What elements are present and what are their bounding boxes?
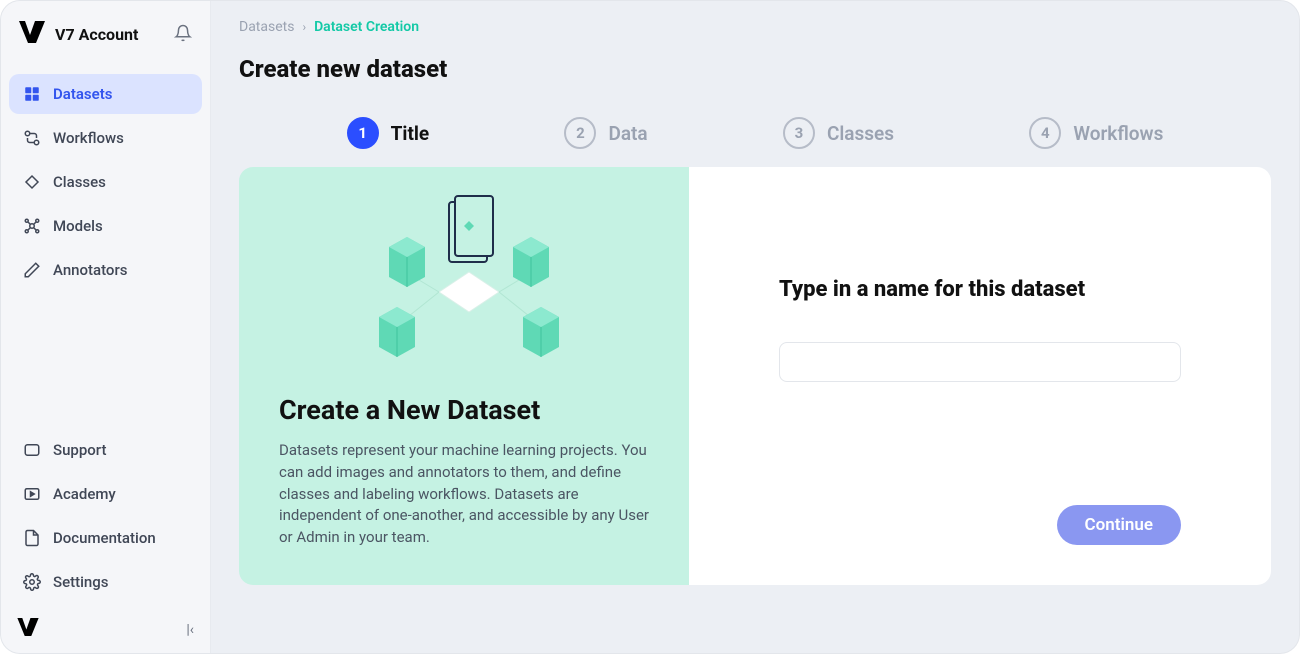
logo: [19, 21, 45, 48]
page-title: Create new dataset: [239, 55, 1271, 83]
step-number: 2: [564, 117, 596, 149]
content-panel: Create a New Dataset Datasets represent …: [239, 167, 1271, 585]
info-description: Datasets represent your machine learning…: [279, 440, 659, 549]
sidebar-item-label: Classes: [53, 173, 106, 191]
sidebar-item-label: Models: [53, 217, 103, 235]
sidebar-item-label: Datasets: [53, 85, 112, 103]
info-panel: Create a New Dataset Datasets represent …: [239, 167, 689, 585]
info-title: Create a New Dataset: [279, 394, 659, 426]
sidebar-item-support[interactable]: Support: [9, 430, 202, 470]
step-classes[interactable]: 3 Classes: [783, 117, 894, 149]
continue-button[interactable]: Continue: [1057, 505, 1182, 545]
step-number: 4: [1029, 117, 1061, 149]
main: Datasets › Dataset Creation Create new d…: [211, 1, 1299, 653]
breadcrumb-root[interactable]: Datasets: [239, 19, 294, 35]
account-name[interactable]: V7 Account: [55, 25, 138, 44]
wizard-steps: 1 Title 2 Data 3 Classes 4 Workflows: [239, 117, 1271, 149]
sidebar-item-label: Settings: [53, 573, 109, 591]
sidebar-footer: |‹: [1, 610, 210, 653]
sidebar-item-settings[interactable]: Settings: [9, 562, 202, 602]
models-icon: [23, 217, 41, 235]
notifications-icon[interactable]: [174, 24, 192, 46]
dataset-name-input[interactable]: [779, 342, 1181, 382]
support-icon: [23, 441, 41, 459]
settings-icon: [23, 573, 41, 591]
sidebar-item-academy[interactable]: Academy: [9, 474, 202, 514]
step-label: Classes: [827, 122, 894, 145]
step-number: 1: [347, 117, 379, 149]
sidebar-item-annotators[interactable]: Annotators: [9, 250, 202, 290]
chevron-right-icon: ›: [302, 20, 306, 34]
form-prompt: Type in a name for this dataset: [779, 277, 1181, 302]
logo-small: [17, 618, 39, 641]
annotators-icon: [23, 261, 41, 279]
sidebar-item-classes[interactable]: Classes: [9, 162, 202, 202]
dataset-illustration: [279, 189, 659, 384]
nav-primary: Datasets Workflows Classes Models: [1, 66, 210, 298]
sidebar-header: V7 Account: [1, 1, 210, 66]
sidebar-item-label: Support: [53, 441, 106, 459]
sidebar-item-models[interactable]: Models: [9, 206, 202, 246]
step-workflows[interactable]: 4 Workflows: [1029, 117, 1163, 149]
breadcrumb-current: Dataset Creation: [314, 19, 419, 35]
classes-icon: [23, 173, 41, 191]
sidebar: V7 Account Datasets Workflows: [1, 1, 211, 653]
step-label: Workflows: [1073, 122, 1163, 145]
sidebar-item-label: Annotators: [53, 261, 127, 279]
sidebar-item-label: Documentation: [53, 529, 156, 547]
breadcrumb: Datasets › Dataset Creation: [239, 19, 1271, 35]
datasets-icon: [23, 85, 41, 103]
academy-icon: [23, 485, 41, 503]
sidebar-item-label: Workflows: [53, 129, 124, 147]
step-label: Data: [608, 122, 647, 145]
step-number: 3: [783, 117, 815, 149]
documentation-icon: [23, 529, 41, 547]
form-panel: Type in a name for this dataset Continue: [689, 167, 1271, 585]
nav-secondary: Support Academy Documentation Settings: [1, 422, 210, 610]
sidebar-item-label: Academy: [53, 485, 116, 503]
sidebar-item-datasets[interactable]: Datasets: [9, 74, 202, 114]
step-label: Title: [391, 122, 430, 145]
button-row: Continue: [779, 505, 1181, 545]
sidebar-item-workflows[interactable]: Workflows: [9, 118, 202, 158]
step-data[interactable]: 2 Data: [564, 117, 647, 149]
step-title[interactable]: 1 Title: [347, 117, 430, 149]
sidebar-item-documentation[interactable]: Documentation: [9, 518, 202, 558]
collapse-sidebar-icon[interactable]: |‹: [186, 622, 194, 638]
workflows-icon: [23, 129, 41, 147]
